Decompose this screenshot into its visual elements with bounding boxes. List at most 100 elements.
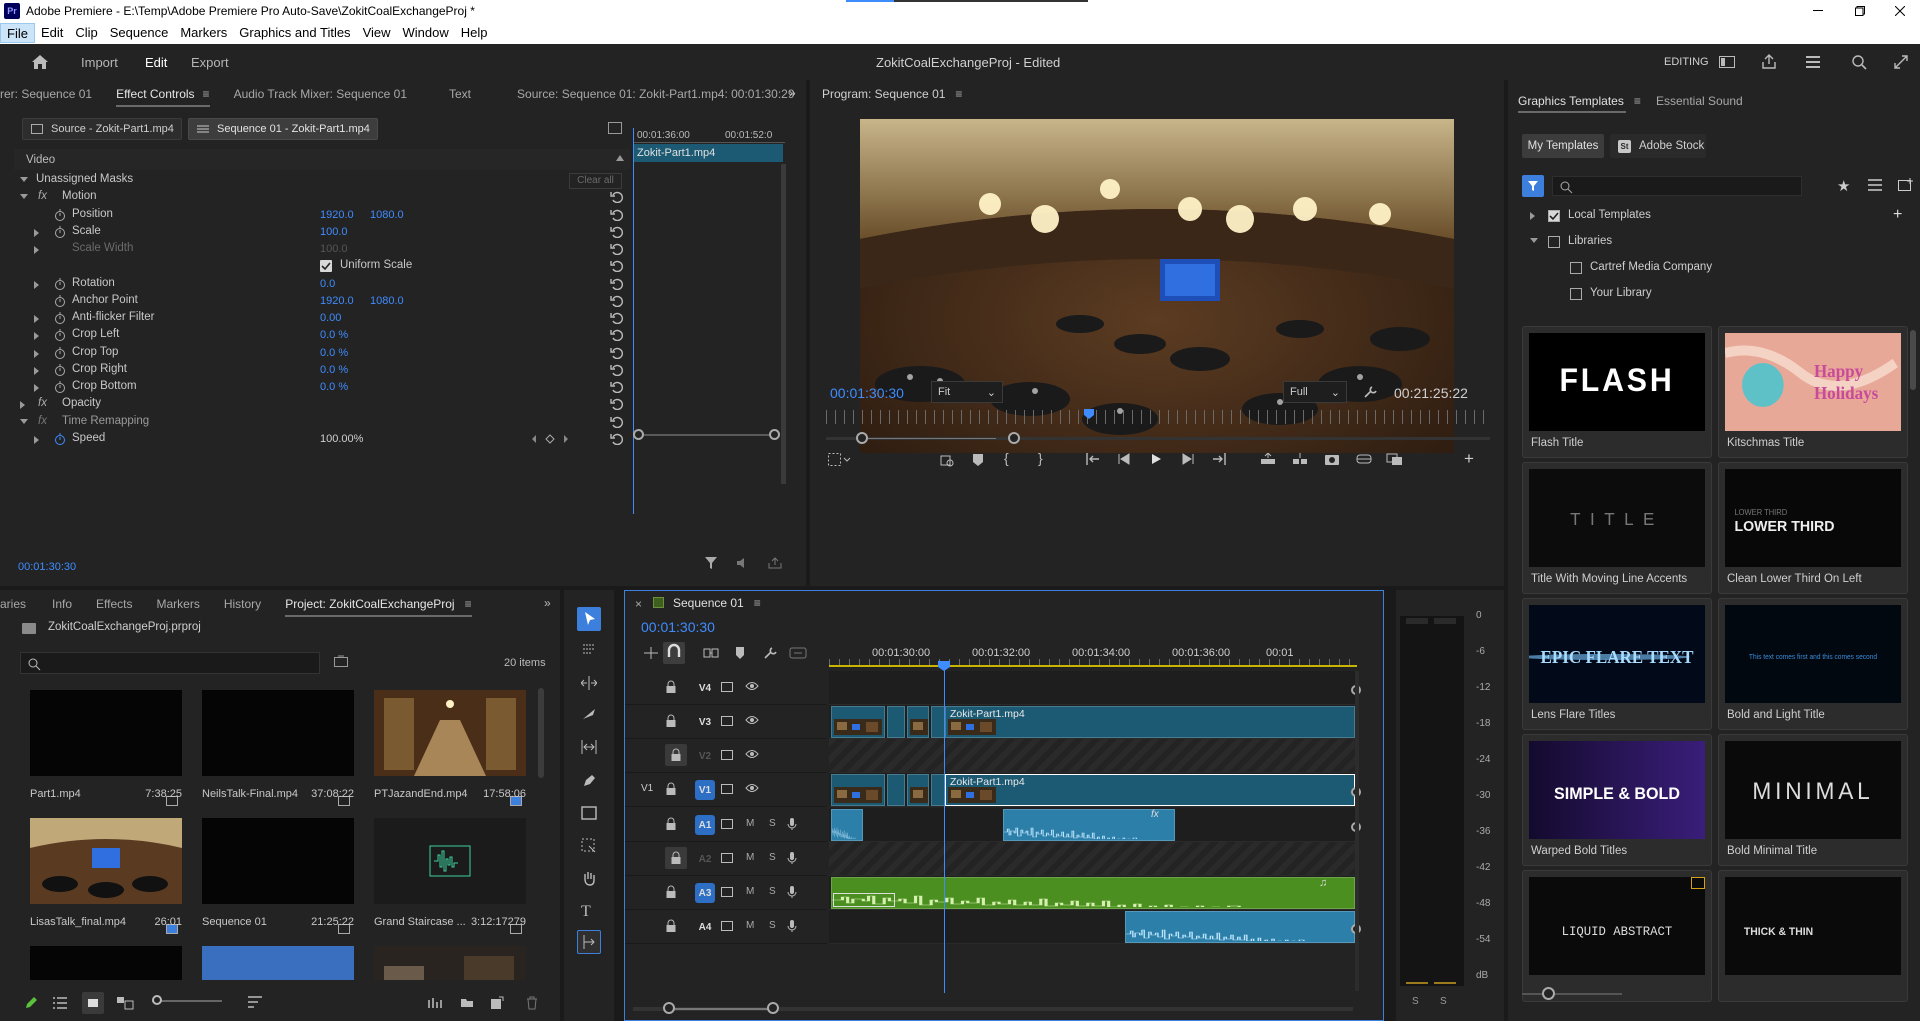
freeform-view-icon[interactable] [116, 996, 134, 1010]
find-icon[interactable] [460, 996, 474, 1008]
track-target-a3[interactable]: A3 [695, 883, 715, 903]
track-target-a2[interactable]: A2 [695, 849, 715, 869]
template-card-item-8[interactable]: LIQUID ABSTRACT LIQUID ABSTRACT [1522, 870, 1712, 1002]
effect-value-1[interactable]: 0.00 [320, 312, 341, 324]
source-patch-label[interactable]: V1 [641, 783, 653, 794]
effect-value-1[interactable]: 100.0 [320, 243, 348, 255]
tab-renderer[interactable]: rer: Sequence 01 [0, 87, 104, 101]
clip-a1-b[interactable] [1003, 809, 1175, 841]
sync-lock-icon[interactable] [721, 819, 733, 829]
lock-icon[interactable] [665, 885, 677, 899]
chevron-right-icon[interactable] [34, 384, 39, 392]
track-target-v2[interactable]: V2 [695, 746, 715, 766]
captions-icon[interactable] [789, 646, 807, 660]
effect-value-1[interactable]: 100.00% [320, 433, 363, 445]
program-ruler[interactable] [826, 410, 1490, 424]
mini-clip[interactable]: Zokit-Part1.mp4 [633, 144, 783, 162]
automate-sequence-icon[interactable] [428, 997, 444, 1009]
tab-project-zokitcoalexchangeproj[interactable]: Project: ZokitCoalExchangeProj ≡ [273, 597, 483, 617]
mini-zoom-right-handle[interactable] [769, 429, 780, 440]
restore-icon[interactable] [1840, 0, 1880, 22]
reset-icon[interactable] [610, 243, 624, 255]
lock-icon[interactable] [665, 847, 687, 869]
zoom-slider-handle[interactable] [152, 995, 162, 1005]
reset-icon[interactable] [610, 226, 624, 238]
tab-export[interactable]: Export [191, 55, 229, 70]
track-target-a1[interactable]: A1 [695, 815, 715, 835]
workspace-label[interactable]: EDITING [1664, 56, 1709, 68]
uniform-scale-checkbox[interactable] [320, 260, 332, 273]
fullscreen-icon[interactable] [1892, 53, 1910, 71]
project-item[interactable] [374, 946, 526, 980]
chevron-right-icon[interactable] [34, 315, 39, 323]
add-marker-icon[interactable] [972, 453, 984, 467]
tab-import[interactable]: Import [81, 55, 118, 70]
track-lane-v4[interactable] [829, 671, 1355, 705]
mute-button[interactable]: M [746, 886, 754, 897]
trash-icon[interactable] [526, 996, 538, 1010]
stopwatch-icon[interactable] [54, 433, 66, 445]
filter-funnel-icon[interactable] [1522, 175, 1544, 197]
chevron-down-icon[interactable] [20, 177, 28, 182]
home-icon[interactable] [30, 52, 50, 72]
clip-v3-d[interactable] [931, 706, 945, 738]
mini-zoom-left-handle[interactable] [633, 429, 644, 440]
reset-icon[interactable] [610, 433, 624, 445]
track-lane-a2[interactable] [829, 842, 1355, 876]
microphone-icon[interactable] [787, 919, 797, 933]
track-target-v4[interactable]: V4 [695, 678, 715, 698]
new-item-icon[interactable] [1898, 178, 1914, 192]
chevron-right-icon[interactable] [34, 366, 39, 375]
selection-tool-icon[interactable] [577, 607, 601, 631]
reset-icon[interactable] [610, 295, 624, 307]
mute-button[interactable]: M [746, 852, 754, 863]
crop-transform-tool-icon[interactable] [581, 838, 597, 854]
my-templates-tab[interactable]: My Templates [1522, 134, 1604, 158]
tab-essential-sound[interactable]: Essential Sound [1656, 94, 1743, 108]
insert-nest-icon[interactable] [643, 646, 659, 660]
multicam-icon[interactable] [1386, 453, 1404, 465]
chevron-down-icon[interactable] [20, 194, 28, 200]
clip-v1-b[interactable] [887, 774, 905, 806]
effect-value-1[interactable]: 0.0 [320, 278, 335, 290]
project-item[interactable]: LisasTalk_final.mp4 26:01 [30, 818, 182, 938]
source-clip-selector[interactable]: Source - Zokit-Part1.mp4 [22, 118, 182, 140]
effect-value-1[interactable]: 0.0 % [320, 347, 348, 359]
step-back-icon[interactable] [1118, 453, 1130, 465]
template-card-flash-title[interactable]: FLASH FLASH Flash Title [1522, 326, 1712, 458]
microphone-icon[interactable] [787, 885, 797, 899]
project-item[interactable] [30, 946, 182, 980]
add-marker-icon[interactable] [735, 646, 745, 660]
mark-out-icon[interactable]: } [1038, 450, 1043, 466]
project-scrollbar[interactable] [538, 688, 544, 778]
effect-value-1[interactable]: 100.0 [320, 226, 348, 238]
snap-icon[interactable] [663, 642, 685, 664]
template-scrollbar[interactable] [1910, 330, 1916, 390]
menu-markers[interactable]: Markers [174, 23, 233, 43]
timeline-menu-icon[interactable]: ≡ [754, 596, 761, 610]
template-card-clean-lower-third-on-left[interactable]: LOWER THIRD LOWER THIRD LOWER THIRD Clean L… [1718, 462, 1908, 594]
play-audio-icon[interactable] [736, 557, 750, 569]
stopwatch-icon[interactable] [54, 312, 66, 324]
search-help-icon[interactable] [1850, 53, 1868, 71]
lock-icon[interactable] [665, 919, 677, 933]
sync-lock-icon[interactable] [721, 887, 733, 897]
menu-clip[interactable]: Clip [69, 23, 103, 43]
clip-a1-a[interactable] [831, 809, 863, 841]
tab-markers[interactable]: Markers [145, 597, 212, 611]
reset-icon[interactable] [610, 381, 624, 393]
minimize-icon[interactable] [1798, 0, 1838, 22]
template-card-kitschmas-title[interactable]: HappyHolidaysHappy HolidaysKitschmas Tit… [1718, 326, 1908, 458]
eye-icon[interactable] [745, 783, 759, 793]
show-timeline-icon[interactable] [608, 122, 622, 134]
tab-source[interactable]: Source: Sequence 01: Zokit-Part1.mp4: 00… [483, 87, 807, 101]
project-item[interactable]: PTJazandEnd.mp4 17:58:06 [374, 690, 526, 810]
clip-v3-b[interactable] [887, 706, 905, 738]
clip-v3-c[interactable] [907, 706, 929, 738]
chevron-down-icon[interactable] [1530, 238, 1538, 243]
project-item[interactable]: Grand Staircase ... 3:12:17279 [374, 818, 526, 938]
more-tabs-icon[interactable]: » [789, 86, 796, 100]
fx-icon[interactable]: fx [38, 190, 47, 202]
effect-value-1[interactable]: 1920.0 [320, 209, 354, 221]
play-icon[interactable] [1150, 453, 1162, 465]
